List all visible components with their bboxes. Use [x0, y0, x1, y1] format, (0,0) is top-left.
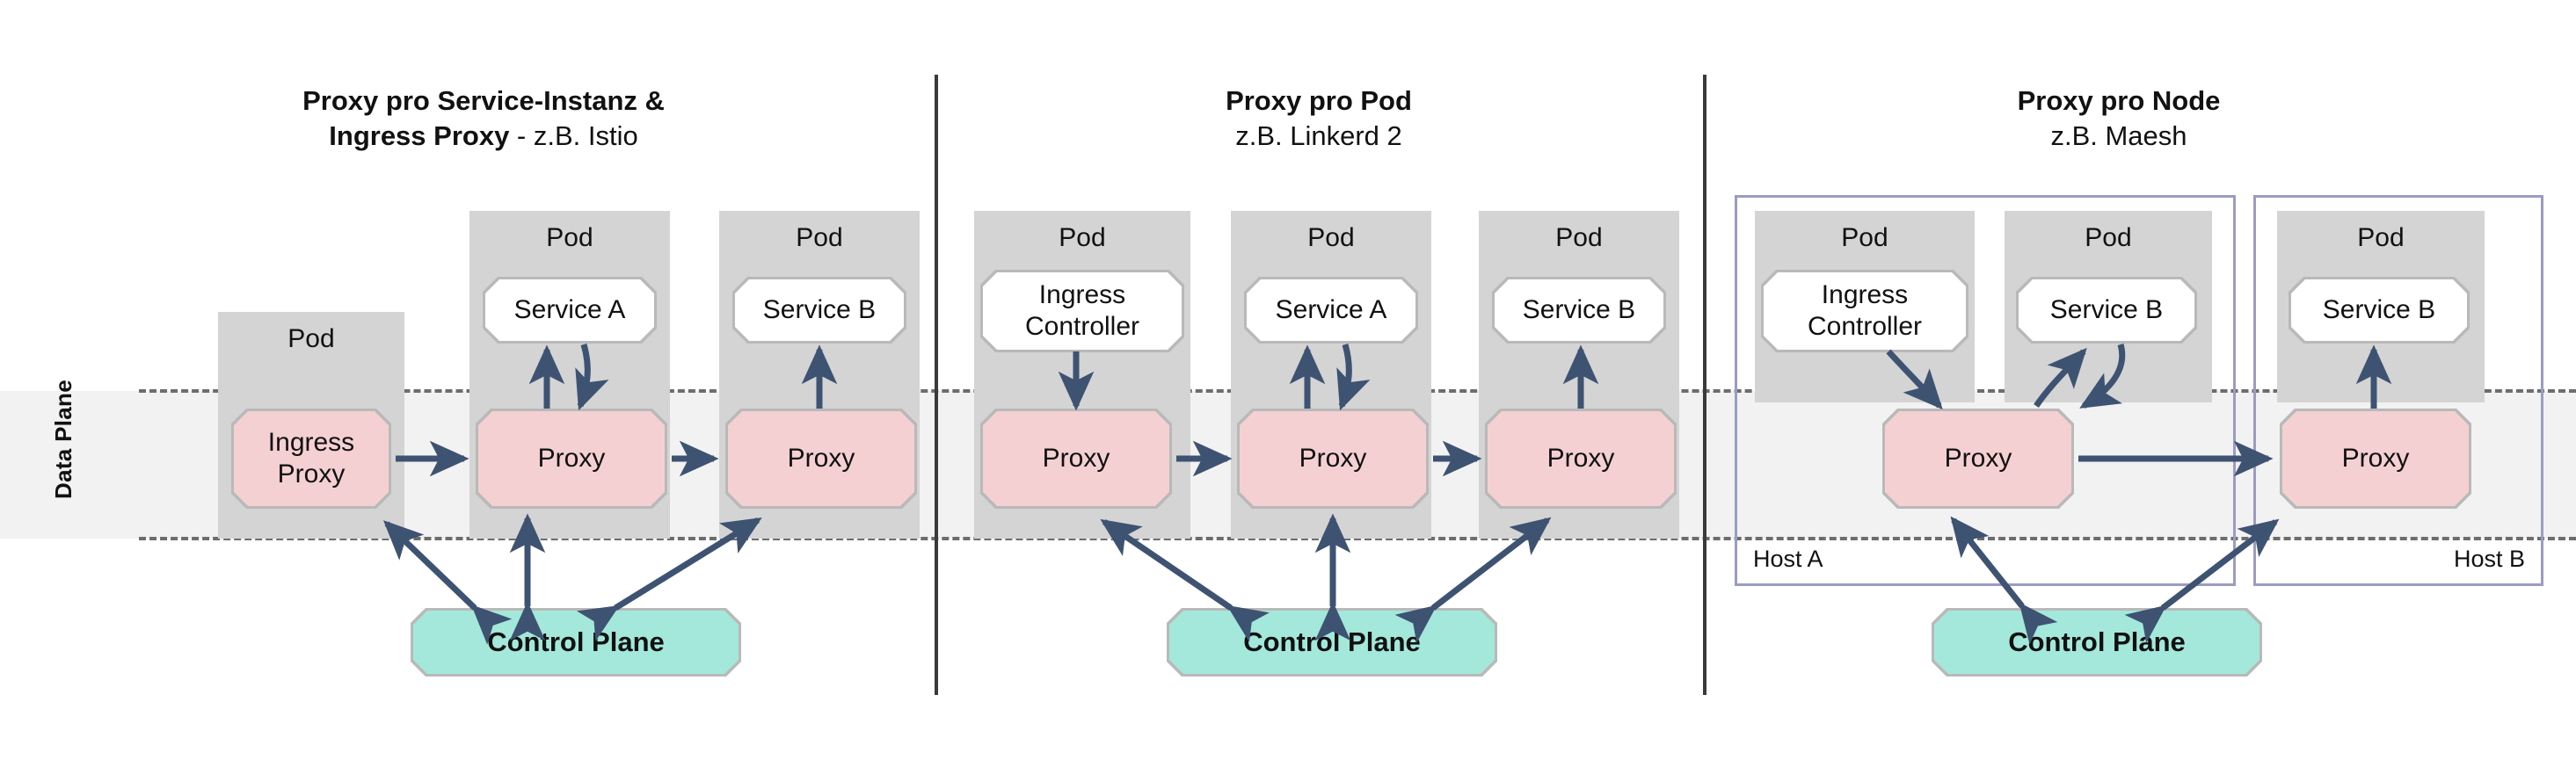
- panel-separator-1: [935, 75, 938, 695]
- proxy-label-line2: Proxy: [277, 460, 346, 489]
- service-box-label: Service A: [1247, 279, 1415, 341]
- panel-3-hostB-proxy: Proxy: [2282, 411, 2469, 506]
- proxy-label-line1: Ingress: [267, 428, 355, 457]
- panel-2-proxy-1: Proxy: [1240, 411, 1426, 506]
- service-box-label: Service B: [1495, 279, 1663, 341]
- panel-3-control-plane: Control Plane: [1934, 611, 2259, 674]
- proxy-box: Proxy: [983, 411, 1169, 506]
- host-a-label: Host A: [1753, 546, 1823, 572]
- panel-2-proxy-0: Proxy: [983, 411, 1169, 506]
- panel-1-proxy-2: Proxy: [728, 411, 914, 506]
- pod-label: Pod: [287, 324, 335, 353]
- panel-3-ingress-controller: Ingress Controller: [1764, 272, 1966, 350]
- pod-label: Pod: [546, 223, 593, 252]
- panel-separator-2: [1703, 75, 1706, 695]
- panel-1-title: Proxy pro Service-Instanz & Ingress Prox…: [176, 83, 791, 154]
- pod-label: Pod: [796, 223, 843, 252]
- service-box-label: Service A: [485, 279, 654, 341]
- service-box-label: Service B: [2019, 279, 2194, 341]
- panel-2-title-line2: z.B. Linkerd 2: [1235, 120, 1402, 151]
- pod-label: Pod: [1555, 223, 1603, 252]
- data-plane-label: Data Plane: [50, 380, 76, 499]
- proxy-box: Ingress Proxy: [234, 411, 389, 506]
- panel-1-title-line2-bold: Ingress Proxy: [329, 120, 510, 151]
- proxy-box: Proxy: [478, 411, 665, 506]
- pod-label: Pod: [1307, 223, 1355, 252]
- panel-2-service-b: Service B: [1495, 279, 1663, 341]
- panel-1-service-b: Service B: [735, 279, 904, 341]
- panel-2-title: Proxy pro Pod z.B. Linkerd 2: [1055, 83, 1583, 154]
- pod-label: Pod: [1059, 223, 1106, 252]
- proxy-box: Proxy: [728, 411, 914, 506]
- service-box-label: Service B: [2291, 279, 2467, 341]
- service-box-label: Service B: [735, 279, 904, 341]
- panel-3-hostA-proxy: Proxy: [1885, 411, 2071, 506]
- pod-label: Pod: [2357, 223, 2405, 252]
- proxy-box: Proxy: [1240, 411, 1426, 506]
- panel-2-proxy-2: Proxy: [1488, 411, 1674, 506]
- panel-3-title-line2: z.B. Maesh: [2050, 120, 2187, 151]
- pod-label: Pod: [2085, 223, 2132, 252]
- proxy-box: Proxy: [1488, 411, 1674, 506]
- panel-3-hostB-service-b: Service B: [2291, 279, 2467, 341]
- panel-1-ingress-proxy: Ingress Proxy: [234, 411, 389, 506]
- service-box: Ingress Controller: [983, 272, 1182, 350]
- panel-3-title-line1: Proxy pro Node: [2017, 85, 2221, 116]
- panel-1-title-line1: Proxy pro Service-Instanz &: [302, 85, 665, 116]
- panel-1-control-plane: Control Plane: [413, 611, 739, 674]
- ingress-controller-line2: Controller: [1024, 312, 1140, 341]
- control-plane-label: Control Plane: [1934, 611, 2259, 674]
- diagram-root: Data Plane Proxy pro Service-Instanz & I…: [0, 0, 2576, 760]
- control-plane-label: Control Plane: [413, 611, 739, 674]
- panel-2-service-a: Service A: [1247, 279, 1415, 341]
- panel-2-ingress-controller: Ingress Controller: [983, 272, 1182, 350]
- host-b-label: Host B: [2453, 546, 2525, 572]
- panel-1-service-a: Service A: [485, 279, 654, 341]
- panel-3-title: Proxy pro Node z.B. Maesh: [1855, 83, 2383, 154]
- panel-1-title-line2-regular: - z.B. Istio: [509, 120, 638, 151]
- proxy-box: Proxy: [1885, 411, 2071, 506]
- panel-3-hostA-service-b: Service B: [2019, 279, 2194, 341]
- ingress-controller-line1: Ingress: [1038, 280, 1126, 309]
- pod-label: Pod: [1841, 223, 1888, 252]
- ingress-controller-line2: Controller: [1807, 312, 1923, 341]
- control-plane-label: Control Plane: [1169, 611, 1495, 674]
- panel-2-title-line1: Proxy pro Pod: [1226, 85, 1412, 116]
- panel-2-control-plane: Control Plane: [1169, 611, 1495, 674]
- service-box: Ingress Controller: [1764, 272, 1966, 350]
- ingress-controller-line1: Ingress: [1821, 280, 1909, 309]
- proxy-box: Proxy: [2282, 411, 2469, 506]
- panel-1-proxy-1: Proxy: [478, 411, 665, 506]
